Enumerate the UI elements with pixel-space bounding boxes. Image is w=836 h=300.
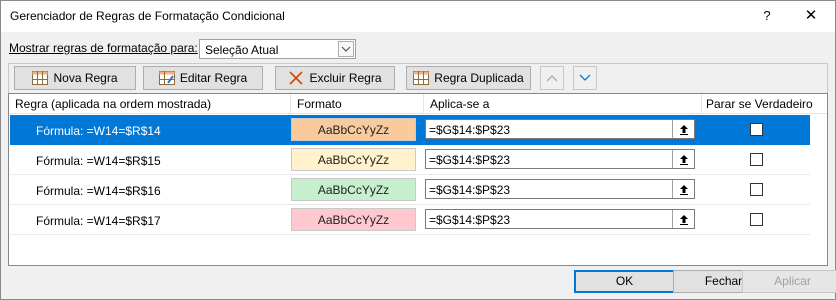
applies-to-value: =$G$14:$P$23 xyxy=(429,213,511,227)
rule-formula: Fórmula: =W14=$R$14 xyxy=(36,124,161,138)
duplicate-table-icon xyxy=(413,71,430,85)
collapse-range-icon[interactable] xyxy=(672,180,694,198)
new-rule-label: Nova Regra xyxy=(53,71,118,85)
delete-rule-label: Excluir Regra xyxy=(309,71,382,85)
duplicate-rule-label: Regra Duplicada xyxy=(434,71,524,85)
rule-row[interactable]: Fórmula: =W14=$R$15 AaBbCcYyZz =$G$14:$P… xyxy=(10,145,810,175)
format-preview: AaBbCcYyZz xyxy=(291,178,416,201)
title-bar: Gerenciador de Regras de Formatação Cond… xyxy=(1,1,835,32)
show-rules-label-text: Mostrar regras de formatação para: xyxy=(9,41,198,55)
close-window-button[interactable]: ✕ xyxy=(797,5,825,27)
rule-row[interactable]: Fórmula: =W14=$R$14 AaBbCcYyZz =$G$14:$P… xyxy=(10,115,810,145)
column-header-format: Formato xyxy=(291,94,424,114)
column-header-rule: Regra (aplicada na ordem mostrada) xyxy=(9,94,291,114)
stop-if-true-checkbox[interactable] xyxy=(750,153,763,166)
table-grid-icon xyxy=(32,71,49,85)
applies-to-value: =$G$14:$P$23 xyxy=(429,183,511,197)
chevron-down-icon[interactable] xyxy=(338,41,354,57)
show-rules-select[interactable]: Seleção Atual xyxy=(199,39,356,59)
applies-to-value: =$G$14:$P$23 xyxy=(429,153,511,167)
rule-row[interactable]: Fórmula: =W14=$R$17 AaBbCcYyZz =$G$14:$P… xyxy=(10,205,810,235)
format-preview: AaBbCcYyZz xyxy=(291,148,416,171)
rules-grid: Regra (aplicada na ordem mostrada) Forma… xyxy=(8,93,828,266)
delete-x-icon xyxy=(288,71,304,85)
edit-table-icon xyxy=(158,71,175,85)
applies-to-field[interactable]: =$G$14:$P$23 xyxy=(425,149,695,169)
applies-to-field[interactable]: =$G$14:$P$23 xyxy=(425,179,695,199)
move-up-button[interactable] xyxy=(540,66,564,90)
show-rules-label: Mostrar regras de formatação para: xyxy=(9,41,198,55)
column-header-stop-if-true: Parar se Verdadeiro xyxy=(706,97,813,111)
apply-button[interactable]: Aplicar xyxy=(742,270,836,293)
chevron-down-icon xyxy=(579,71,591,85)
format-preview: AaBbCcYyZz xyxy=(291,208,416,231)
format-preview: AaBbCcYyZz xyxy=(291,118,416,141)
rule-formula: Fórmula: =W14=$R$16 xyxy=(36,184,161,198)
applies-to-value: =$G$14:$P$23 xyxy=(429,123,511,137)
applies-to-field[interactable]: =$G$14:$P$23 xyxy=(425,119,695,139)
chevron-up-icon xyxy=(546,71,558,85)
stop-if-true-checkbox[interactable] xyxy=(750,183,763,196)
collapse-range-icon[interactable] xyxy=(672,150,694,168)
help-button[interactable]: ? xyxy=(753,5,781,27)
move-down-button[interactable] xyxy=(573,66,597,90)
edit-rule-label: Editar Regra xyxy=(179,71,248,85)
stop-if-true-checkbox[interactable] xyxy=(750,123,763,136)
rule-formula: Fórmula: =W14=$R$17 xyxy=(36,214,161,228)
rule-row[interactable]: Fórmula: =W14=$R$16 AaBbCcYyZz =$G$14:$P… xyxy=(10,175,810,205)
edit-rule-button[interactable]: Editar Regra xyxy=(143,66,263,90)
grid-header: Regra (aplicada na ordem mostrada) Forma… xyxy=(9,94,827,114)
window-title: Gerenciador de Regras de Formatação Cond… xyxy=(10,9,285,23)
collapse-range-icon[interactable] xyxy=(672,120,694,138)
show-rules-selected-value: Seleção Atual xyxy=(205,43,279,57)
ok-button[interactable]: OK xyxy=(574,270,675,293)
rule-formula: Fórmula: =W14=$R$15 xyxy=(36,154,161,168)
delete-rule-button[interactable]: Excluir Regra xyxy=(275,66,395,90)
applies-to-field[interactable]: =$G$14:$P$23 xyxy=(425,209,695,229)
column-header-applies-to: Aplica-se a xyxy=(424,94,702,114)
conditional-formatting-dialog: Gerenciador de Regras de Formatação Cond… xyxy=(0,0,836,300)
stop-if-true-checkbox[interactable] xyxy=(750,213,763,226)
collapse-range-icon[interactable] xyxy=(672,210,694,228)
duplicate-rule-button[interactable]: Regra Duplicada xyxy=(406,66,531,90)
new-rule-button[interactable]: Nova Regra xyxy=(14,66,136,90)
